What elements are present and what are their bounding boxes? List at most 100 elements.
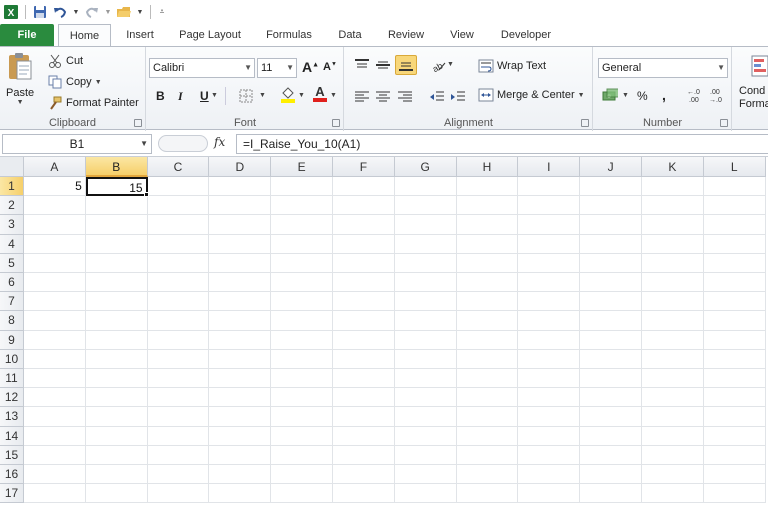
cell-f10[interactable] — [333, 349, 395, 369]
cell-h14[interactable] — [456, 426, 519, 446]
cell-g8[interactable] — [394, 311, 457, 331]
cell-f2[interactable] — [333, 196, 395, 216]
cell-j8[interactable] — [580, 311, 642, 331]
orientation-icon[interactable]: ab — [430, 57, 446, 73]
row-header-14[interactable]: 14 — [0, 426, 24, 446]
tab-data[interactable]: Data — [330, 24, 370, 47]
cell-f9[interactable] — [333, 330, 395, 350]
cell-e7[interactable] — [271, 292, 333, 312]
cell-d1[interactable] — [209, 177, 272, 197]
borders-icon[interactable] — [238, 88, 254, 104]
cell-a5[interactable] — [24, 253, 86, 273]
row-header-7[interactable]: 7 — [0, 292, 24, 312]
cell-d8[interactable] — [209, 311, 272, 331]
cell-d16[interactable] — [209, 465, 272, 485]
alignment-dialog-launcher-icon[interactable] — [581, 119, 589, 127]
row-header-11[interactable]: 11 — [0, 369, 24, 389]
fill-color-icon[interactable] — [280, 86, 296, 103]
cell-c2[interactable] — [147, 196, 210, 216]
cell-k15[interactable] — [642, 445, 704, 465]
align-right-icon[interactable] — [397, 89, 413, 105]
cell-j3[interactable] — [580, 215, 642, 235]
cell-l2[interactable] — [703, 196, 766, 216]
redo-dropdown-icon[interactable]: ▼ — [104, 4, 112, 20]
cell-i3[interactable] — [518, 215, 581, 235]
cell-i8[interactable] — [518, 311, 581, 331]
cell-a17[interactable] — [24, 484, 86, 504]
cell-b6[interactable] — [85, 273, 148, 293]
cell-f1[interactable] — [333, 177, 395, 197]
cell-c1[interactable] — [147, 177, 210, 197]
cell-d3[interactable] — [209, 215, 272, 235]
paste-button[interactable]: Paste ▼ — [6, 51, 34, 106]
cell-h6[interactable] — [456, 273, 519, 293]
column-header-h[interactable]: H — [456, 157, 519, 177]
cell-c10[interactable] — [147, 349, 210, 369]
increase-decimal-icon[interactable]: ←.0.00 — [686, 87, 706, 104]
align-top-icon[interactable] — [354, 57, 370, 73]
row-header-10[interactable]: 10 — [0, 349, 24, 369]
cell-c15[interactable] — [147, 445, 210, 465]
cell-f15[interactable] — [333, 445, 395, 465]
cell-g5[interactable] — [394, 253, 457, 273]
cell-h7[interactable] — [456, 292, 519, 312]
cell-g13[interactable] — [394, 407, 457, 427]
cell-l6[interactable] — [703, 273, 766, 293]
cell-a7[interactable] — [24, 292, 86, 312]
insert-function-icon[interactable]: fx — [214, 135, 225, 149]
row-header-16[interactable]: 16 — [0, 465, 24, 485]
cell-a3[interactable] — [24, 215, 86, 235]
comma-style-button[interactable]: , — [662, 87, 666, 103]
cell-h9[interactable] — [456, 330, 519, 350]
cell-d14[interactable] — [209, 426, 272, 446]
underline-button[interactable]: U — [200, 89, 209, 103]
cell-l4[interactable] — [703, 234, 766, 254]
cell-k1[interactable] — [642, 177, 704, 197]
cell-d10[interactable] — [209, 349, 272, 369]
align-bottom-icon[interactable] — [395, 55, 417, 75]
customize-qat-icon[interactable]: ⩡ — [157, 4, 167, 20]
column-header-f[interactable]: F — [333, 157, 395, 177]
cell-k8[interactable] — [642, 311, 704, 331]
cell-e5[interactable] — [271, 253, 333, 273]
cell-j13[interactable] — [580, 407, 642, 427]
accounting-format-icon[interactable] — [602, 88, 618, 104]
font-size-combo[interactable]: 11 ▼ — [257, 58, 297, 78]
cell-c7[interactable] — [147, 292, 210, 312]
cell-c6[interactable] — [147, 273, 210, 293]
number-format-combo[interactable]: General ▼ — [598, 58, 728, 78]
cell-j6[interactable] — [580, 273, 642, 293]
cell-l16[interactable] — [703, 465, 766, 485]
font-dialog-launcher-icon[interactable] — [332, 119, 340, 127]
cell-l15[interactable] — [703, 445, 766, 465]
cell-k12[interactable] — [642, 388, 704, 408]
column-header-d[interactable]: D — [209, 157, 272, 177]
cell-l17[interactable] — [703, 484, 766, 504]
tab-review[interactable]: Review — [380, 24, 432, 47]
italic-button[interactable]: I — [178, 89, 183, 104]
cell-h13[interactable] — [456, 407, 519, 427]
cell-l11[interactable] — [703, 369, 766, 389]
cell-c12[interactable] — [147, 388, 210, 408]
cell-e1[interactable] — [271, 177, 333, 197]
cell-d11[interactable] — [209, 369, 272, 389]
cell-e11[interactable] — [271, 369, 333, 389]
cell-f11[interactable] — [333, 369, 395, 389]
cell-j9[interactable] — [580, 330, 642, 350]
cell-e6[interactable] — [271, 273, 333, 293]
cell-b3[interactable] — [85, 215, 148, 235]
cell-j10[interactable] — [580, 349, 642, 369]
cell-i14[interactable] — [518, 426, 581, 446]
undo-icon[interactable] — [52, 4, 68, 20]
cell-h1[interactable] — [456, 177, 519, 197]
cell-k11[interactable] — [642, 369, 704, 389]
cell-j4[interactable] — [580, 234, 642, 254]
cell-e4[interactable] — [271, 234, 333, 254]
cell-j5[interactable] — [580, 253, 642, 273]
cell-k2[interactable] — [642, 196, 704, 216]
grow-font-button[interactable]: A▲ — [302, 59, 319, 75]
cell-f16[interactable] — [333, 465, 395, 485]
tab-developer[interactable]: Developer — [492, 24, 560, 47]
cell-d17[interactable] — [209, 484, 272, 504]
cell-i15[interactable] — [518, 445, 581, 465]
